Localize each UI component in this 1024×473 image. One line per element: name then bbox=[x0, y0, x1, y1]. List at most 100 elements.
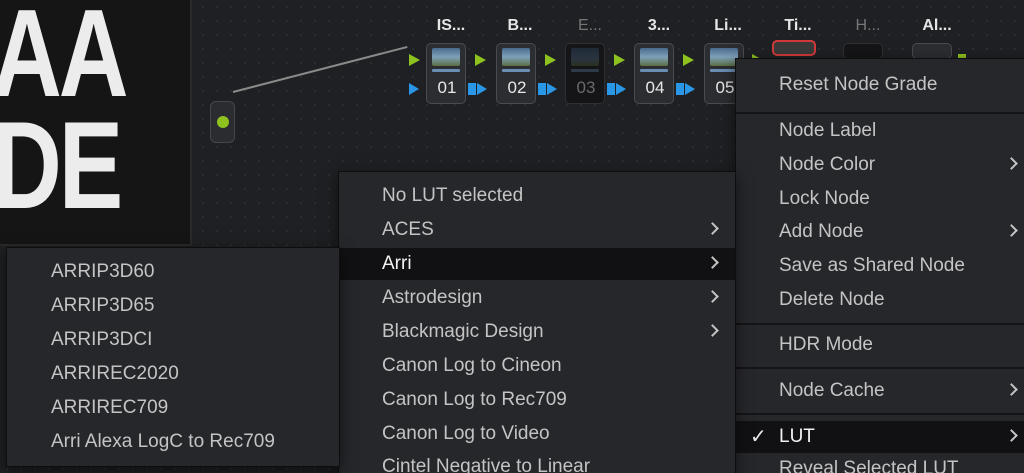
menu-item-label: Node Label bbox=[779, 120, 877, 141]
menu-lock-node[interactable]: Lock Node bbox=[736, 183, 1024, 215]
menu-item-label: LUT bbox=[779, 426, 815, 447]
menu-delete-node[interactable]: Delete Node bbox=[736, 284, 1024, 316]
node-4-key-output[interactable] bbox=[676, 83, 684, 95]
node-1-rgb-input[interactable] bbox=[409, 54, 420, 66]
menu-item-label: Astrodesign bbox=[382, 287, 483, 308]
lut-item-no-lut[interactable]: No LUT selected bbox=[339, 180, 735, 212]
lut-submenu: No LUT selected ACES Arri Astrodesign Bl… bbox=[338, 171, 736, 473]
menu-node-cache[interactable]: Node Cache bbox=[736, 375, 1024, 407]
menu-item-label: Node Cache bbox=[779, 380, 885, 401]
menu-item-label: ARRIP3DCI bbox=[51, 329, 153, 350]
node-2-rgb-output[interactable] bbox=[545, 54, 556, 66]
menu-add-node[interactable]: Add Node bbox=[736, 216, 1024, 248]
menu-node-label[interactable]: Node Label bbox=[736, 115, 1024, 147]
arri-item-p3d60[interactable]: ARRIP3D60 bbox=[7, 256, 339, 288]
arri-item-rec2020[interactable]: ARRIREC2020 bbox=[7, 358, 339, 390]
lut-item-aces[interactable]: ACES bbox=[339, 214, 735, 246]
menu-save-shared-node[interactable]: Save as Shared Node bbox=[736, 250, 1024, 282]
node-context-menu: Reset Node Grade Node Label Node Color L… bbox=[735, 58, 1024, 473]
node-5-key-input[interactable] bbox=[685, 83, 695, 95]
node-01[interactable]: 01 bbox=[426, 43, 466, 104]
menu-item-label: Canon Log to Cineon bbox=[382, 355, 562, 376]
node-3-rgb-output[interactable] bbox=[614, 54, 625, 66]
chevron-right-icon bbox=[706, 256, 719, 269]
arri-item-p3d65[interactable]: ARRIP3D65 bbox=[7, 290, 339, 322]
menu-item-label: Canon Log to Rec709 bbox=[382, 389, 567, 410]
node-2-key-output[interactable] bbox=[538, 83, 546, 95]
checkmark-icon: ✓ bbox=[750, 426, 767, 448]
node-label-2: B... bbox=[507, 17, 533, 34]
menu-item-label: HDR Mode bbox=[779, 334, 873, 355]
menu-item-label: ARRIREC709 bbox=[51, 397, 169, 418]
node-label-4: 3... bbox=[647, 17, 671, 34]
menu-hdr-mode[interactable]: HDR Mode bbox=[736, 329, 1024, 361]
chevron-right-icon bbox=[1005, 224, 1018, 237]
chevron-right-icon bbox=[1005, 383, 1018, 396]
node-08[interactable] bbox=[912, 43, 952, 59]
node-label-3: E... bbox=[577, 17, 602, 34]
node-3-key-input[interactable] bbox=[547, 83, 557, 95]
menu-item-label: Reveal Selected LUT bbox=[779, 458, 959, 473]
viewer-thumbnail: AA DE bbox=[0, 0, 192, 246]
node-bar bbox=[710, 69, 738, 72]
menu-item-label: No LUT selected bbox=[382, 185, 524, 206]
node-4-rgb-output[interactable] bbox=[683, 54, 694, 66]
menu-reset-node-grade[interactable]: Reset Node Grade bbox=[736, 69, 1024, 101]
node-4-key-input[interactable] bbox=[616, 83, 626, 95]
node-thumbnail bbox=[432, 48, 460, 66]
node-label-1: IS... bbox=[436, 17, 466, 34]
lut-item-canon-rec709[interactable]: Canon Log to Rec709 bbox=[339, 384, 735, 416]
node-bar bbox=[502, 69, 530, 72]
arri-item-alexa-logc[interactable]: Arri Alexa LogC to Rec709 bbox=[7, 426, 339, 458]
menu-item-label: Add Node bbox=[779, 221, 864, 242]
node-thumbnail bbox=[571, 48, 599, 66]
chevron-right-icon bbox=[1005, 157, 1018, 170]
arri-submenu: ARRIP3D60 ARRIP3D65 ARRIP3DCI ARRIREC202… bbox=[6, 247, 340, 467]
source-input-node[interactable] bbox=[210, 101, 235, 143]
node-bar bbox=[640, 69, 668, 72]
source-output-port[interactable] bbox=[217, 116, 229, 128]
menu-item-label: Reset Node Grade bbox=[779, 74, 938, 95]
node-2-key-input[interactable] bbox=[477, 83, 487, 95]
node-number: 02 bbox=[507, 78, 527, 97]
node-1-rgb-output[interactable] bbox=[475, 54, 486, 66]
menu-item-label: Canon Log to Video bbox=[382, 423, 550, 444]
node-07[interactable] bbox=[843, 43, 883, 59]
menu-item-label: ACES bbox=[382, 219, 434, 240]
menu-item-label: ARRIP3D65 bbox=[51, 295, 155, 316]
node-number: 03 bbox=[576, 78, 596, 97]
node-1-key-output[interactable] bbox=[468, 83, 476, 95]
menu-item-label: Arri Alexa LogC to Rec709 bbox=[51, 431, 275, 452]
lut-item-cintel[interactable]: Cintel Negative to Linear bbox=[339, 451, 735, 473]
lut-item-canon-video[interactable]: Canon Log to Video bbox=[339, 418, 735, 450]
menu-node-color[interactable]: Node Color bbox=[736, 149, 1024, 181]
node-label-5: Li... bbox=[714, 17, 742, 34]
node-02[interactable]: 02 bbox=[496, 43, 536, 104]
lut-item-astrodesign[interactable]: Astrodesign bbox=[339, 282, 735, 314]
node-thumbnail bbox=[502, 48, 530, 66]
menu-item-label: Delete Node bbox=[779, 289, 885, 310]
node-1-key-input[interactable] bbox=[409, 83, 419, 95]
lut-item-arri[interactable]: Arri bbox=[339, 248, 735, 280]
menu-item-label: Cintel Negative to Linear bbox=[382, 456, 591, 473]
menu-reveal-selected-lut[interactable]: Reveal Selected LUT bbox=[736, 453, 1024, 473]
node-label-8: Al... bbox=[922, 17, 952, 34]
menu-lut[interactable]: ✓ LUT bbox=[736, 421, 1024, 453]
arri-item-p3dci[interactable]: ARRIP3DCI bbox=[7, 324, 339, 356]
node-06-selected[interactable] bbox=[772, 40, 816, 56]
menu-separator bbox=[736, 367, 1024, 369]
menu-separator bbox=[736, 413, 1024, 415]
chevron-right-icon bbox=[1005, 429, 1018, 442]
node-3-key-output[interactable] bbox=[607, 83, 615, 95]
arri-item-rec709[interactable]: ARRIREC709 bbox=[7, 392, 339, 424]
lut-item-canon-cineon[interactable]: Canon Log to Cineon bbox=[339, 350, 735, 382]
node-04[interactable]: 04 bbox=[634, 43, 674, 104]
node-label-7: H... bbox=[855, 17, 881, 34]
menu-item-label: Node Color bbox=[779, 154, 876, 175]
viewer-text-line-2: DE bbox=[0, 97, 123, 235]
node-03[interactable]: 03 bbox=[565, 43, 605, 104]
menu-item-label: ARRIREC2020 bbox=[51, 363, 179, 384]
menu-item-label: Lock Node bbox=[779, 188, 870, 209]
lut-item-blackmagic[interactable]: Blackmagic Design bbox=[339, 316, 735, 348]
node-number: 01 bbox=[437, 78, 457, 97]
